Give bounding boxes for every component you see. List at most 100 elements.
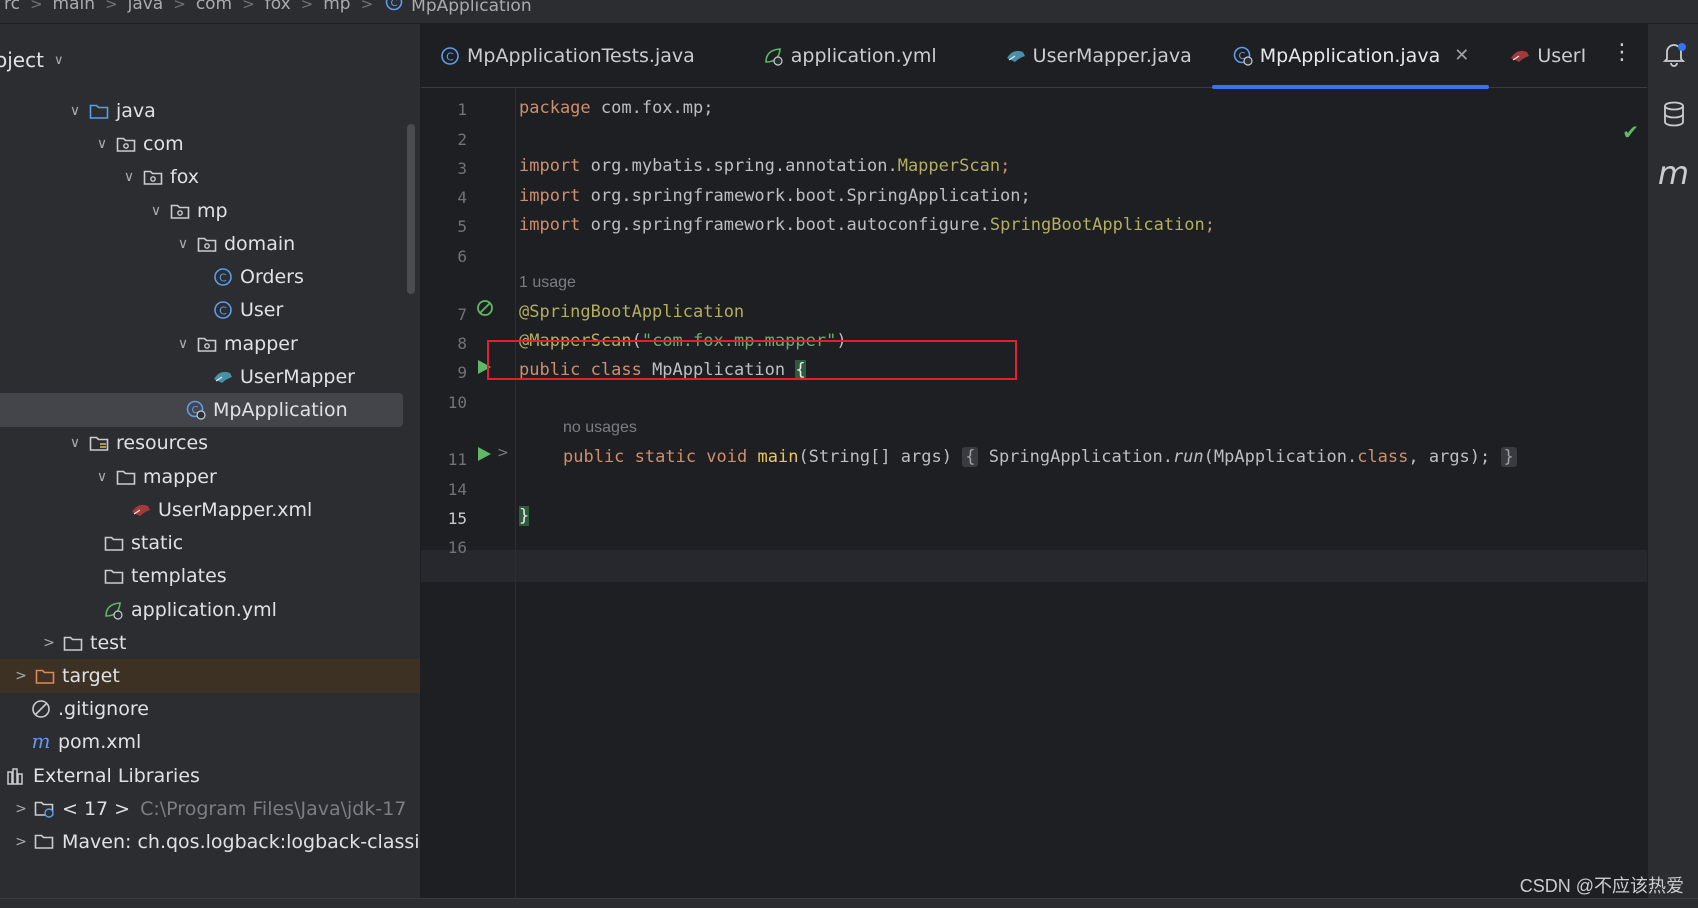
tree-item-fox[interactable]: ∨ fox bbox=[0, 160, 420, 194]
run-icon[interactable] bbox=[475, 445, 493, 467]
breadcrumb-item[interactable]: main bbox=[43, 0, 105, 14]
folder-icon bbox=[103, 566, 125, 586]
editor-tab[interactable]: application.yml bbox=[715, 24, 957, 88]
fold-marker[interactable]: { bbox=[962, 447, 979, 467]
keyword: import bbox=[519, 186, 581, 206]
breadcrumb: rc > main > java > com > fox > mp > C MpApplica… bbox=[0, 0, 1698, 24]
folder-icon bbox=[115, 467, 137, 487]
tree-item-label: java bbox=[116, 100, 156, 122]
breadcrumb-item-current[interactable]: C MpApplication bbox=[373, 0, 541, 16]
tree-item-resources[interactable]: ∨ resources bbox=[0, 426, 420, 460]
fold-marker[interactable]: } bbox=[1500, 447, 1517, 467]
chevron-right-icon[interactable]: > bbox=[40, 635, 58, 651]
tree-item-user[interactable]: C User bbox=[0, 293, 420, 327]
mybatis-mapper-icon bbox=[1005, 46, 1027, 66]
tree-item-path: C:\Program Files\Java\jdk-17 bbox=[140, 798, 407, 820]
tree-item-label: User bbox=[240, 299, 284, 321]
tree-item-test[interactable]: > test bbox=[0, 626, 420, 660]
tree-item-orders[interactable]: C Orders bbox=[0, 260, 420, 294]
chevron-down-icon[interactable]: ∨ bbox=[93, 469, 111, 485]
usage-hint[interactable]: no usages bbox=[563, 419, 637, 437]
line-number: 16 bbox=[447, 538, 467, 557]
tree-item-maven-ch-qos-logback-logback-classic[interactable]: > Maven: ch.qos.logback:logback-classic bbox=[0, 825, 420, 859]
tree-item-label: application.yml bbox=[131, 599, 277, 621]
tree-item-mp[interactable]: ∨ mp bbox=[0, 194, 420, 228]
maven-icon[interactable]: m bbox=[1648, 154, 1698, 192]
chevron-down-icon[interactable]: ∨ bbox=[120, 169, 138, 185]
tree-item-mapper[interactable]: ∨ mapper bbox=[0, 460, 420, 494]
class-icon: C bbox=[439, 46, 461, 66]
spring-boot-class-icon: C bbox=[185, 400, 207, 420]
chevron-down-icon[interactable]: ∨ bbox=[147, 203, 165, 219]
mybatis-xml-icon bbox=[1509, 46, 1531, 66]
code-area[interactable]: package com.fox.mp; import org.mybatis.s… bbox=[517, 88, 1647, 898]
chevron-right-icon[interactable]: > bbox=[12, 801, 30, 817]
close-icon[interactable]: ✕ bbox=[1454, 45, 1469, 66]
chevron-right-icon: > bbox=[360, 0, 374, 13]
breadcrumb-item[interactable]: mp bbox=[313, 0, 360, 14]
tree-item-pom-xml[interactable]: m pom.xml bbox=[0, 725, 420, 759]
brace: } bbox=[519, 506, 530, 526]
code-text: ; bbox=[1204, 215, 1216, 235]
tree-item-target[interactable]: > target bbox=[0, 659, 420, 693]
tree-item-gitignore[interactable]: .gitignore bbox=[0, 692, 420, 726]
tree-item-label: mapper bbox=[224, 333, 298, 355]
chevron-down-icon[interactable]: ∨ bbox=[174, 236, 192, 252]
chevron-right-icon[interactable]: > bbox=[12, 668, 30, 684]
project-header[interactable]: oject ∨ bbox=[0, 42, 63, 78]
tree-item-usermapper[interactable]: UserMapper bbox=[0, 360, 420, 394]
target-folder-icon bbox=[34, 666, 56, 686]
spring-yml-icon bbox=[763, 46, 785, 66]
tree-item-label: mapper bbox=[143, 466, 217, 488]
chevron-down-icon[interactable]: ∨ bbox=[174, 336, 192, 352]
library-jar-icon bbox=[34, 832, 56, 852]
tree-item-mpapplication[interactable]: C MpApplication bbox=[0, 393, 403, 427]
tree-item-17[interactable]: > < 17 > C:\Program Files\Java\jdk-17 bbox=[0, 792, 420, 826]
tree-item-application-yml[interactable]: application.yml bbox=[0, 593, 420, 627]
usage-hint[interactable]: 1 usage bbox=[519, 274, 576, 292]
tree-item-java[interactable]: ∨ java bbox=[0, 94, 420, 128]
chevron-right-icon[interactable]: > bbox=[12, 834, 30, 850]
breadcrumb-item[interactable]: com bbox=[186, 0, 242, 14]
tree-item-label: domain bbox=[224, 233, 296, 255]
breadcrumb-item[interactable]: java bbox=[118, 0, 174, 14]
tree-item-label: UserMapper bbox=[240, 366, 355, 388]
inspection-ok-icon[interactable]: ✔ bbox=[1622, 120, 1639, 144]
status-bar bbox=[0, 898, 1698, 908]
folder-source-icon bbox=[88, 101, 110, 121]
editor-tab[interactable]: C MpApplicationTests.java bbox=[421, 24, 715, 88]
chevron-down-icon[interactable]: ∨ bbox=[93, 136, 111, 152]
tree-item-mapper[interactable]: ∨ mapper bbox=[0, 327, 420, 361]
breadcrumb-item[interactable]: rc bbox=[0, 0, 30, 14]
tree-item-external-libraries[interactable]: External Libraries bbox=[0, 759, 420, 793]
chevron-right-icon: > bbox=[29, 0, 43, 13]
scrollbar[interactable] bbox=[407, 124, 415, 294]
tree-item-templates[interactable]: templates bbox=[0, 559, 420, 593]
database-icon[interactable] bbox=[1648, 100, 1698, 128]
chevron-down-icon[interactable]: ∨ bbox=[66, 103, 84, 119]
spring-boot-class-icon: C bbox=[1232, 46, 1254, 66]
watermark: CSDN @不应该热爱 bbox=[1519, 876, 1684, 896]
chevron-down-icon[interactable]: ∨ bbox=[66, 435, 84, 451]
notifications-icon[interactable] bbox=[1648, 40, 1698, 68]
breadcrumb-item[interactable]: fox bbox=[255, 0, 301, 14]
tree-item-label: UserMapper.xml bbox=[158, 499, 313, 521]
folder-icon bbox=[103, 533, 125, 553]
package-icon bbox=[142, 167, 164, 187]
tree-item-label: MpApplication bbox=[213, 399, 348, 421]
annotation: @SpringBootApplication bbox=[519, 302, 745, 322]
tree-item-com[interactable]: ∨ com bbox=[0, 127, 420, 161]
mybatis-xml-icon bbox=[130, 500, 152, 520]
editor-tab[interactable]: UserMapper.java bbox=[957, 24, 1212, 88]
tree-item-usermapper-xml[interactable]: UserMapper.xml bbox=[0, 493, 420, 527]
editor-tab[interactable]: C MpApplication.java ✕ bbox=[1211, 24, 1490, 89]
tree-item-static[interactable]: static bbox=[0, 526, 420, 560]
more-vertical-icon[interactable]: ⋮ bbox=[1611, 40, 1633, 65]
editor-tab[interactable]: UserI bbox=[1489, 24, 1606, 88]
spring-bean-gutter-icon[interactable] bbox=[475, 298, 497, 324]
tree-item-domain[interactable]: ∨ domain bbox=[0, 227, 420, 261]
code-line-4: import org.springframework.boot.SpringAp… bbox=[519, 186, 1031, 206]
project-title: oject bbox=[0, 48, 44, 72]
tree-item-label: static bbox=[131, 532, 184, 554]
fold-chevron-icon[interactable]: > bbox=[497, 445, 509, 461]
